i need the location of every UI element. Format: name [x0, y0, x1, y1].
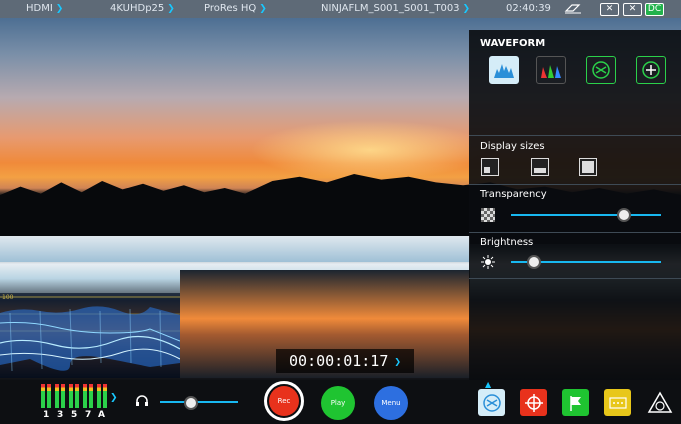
filename-setting[interactable]: NINJAFLM_S001_S001_T003 ❯ — [321, 3, 470, 14]
waveform-panel: WAVEFORM Display sizes Transparency Brig… — [469, 30, 681, 380]
transparency-slider-knob[interactable] — [616, 208, 631, 222]
record-label: Rec — [277, 397, 291, 405]
transparency-icon — [481, 208, 495, 222]
zoom-button[interactable] — [604, 389, 631, 416]
chevron-right-icon: ❯ — [462, 3, 471, 14]
panel-title: WAVEFORM — [480, 38, 546, 49]
rgb-parade-icon — [541, 65, 561, 78]
headphone-volume-slider[interactable] — [160, 401, 238, 403]
zoom-icon — [608, 396, 627, 409]
menu-button[interactable]: Menu — [374, 386, 408, 420]
status-bar: HDMI ❯ 4KUHDp25 ❯ ProRes HQ ❯ NINJAFLM_S… — [0, 0, 681, 18]
waveform-monitor: 100 — [0, 293, 180, 378]
divider — [469, 232, 681, 233]
x-box-icon[interactable]: ✕ — [600, 3, 619, 16]
codec-setting[interactable]: ProRes HQ ❯ — [204, 3, 267, 14]
waveform-tool-button[interactable] — [478, 389, 505, 416]
x-box-icon[interactable]: ✕ — [623, 3, 642, 16]
vu-channel-label: 3 — [57, 410, 64, 420]
clock: 02:40:39 — [506, 3, 551, 14]
timecode-value: 00:00:01:17 — [289, 352, 389, 370]
filename-label: NINJAFLM_S001_S001_T003 — [321, 3, 460, 14]
monitor-screen: HDMI ❯ 4KUHDp25 ❯ ProRes HQ ❯ NINJAFLM_S… — [0, 0, 681, 424]
input-label: HDMI — [26, 3, 53, 14]
rgb-parade-button[interactable] — [536, 56, 566, 84]
headphone-icon[interactable] — [135, 395, 149, 407]
waveform-tool-icon — [482, 393, 501, 412]
divider — [469, 135, 681, 136]
record-button-face: Rec — [269, 386, 299, 416]
luma-waveform-button[interactable] — [489, 56, 519, 84]
flag-icon — [569, 395, 581, 411]
codec-label: ProRes HQ — [204, 3, 257, 14]
flag-button[interactable] — [562, 389, 589, 416]
play-label: Play — [330, 399, 346, 407]
vu-channel-label: 7 — [85, 410, 92, 420]
brightness-icon — [481, 255, 495, 269]
size-small-button[interactable] — [481, 158, 499, 176]
dc-badge: DC — [645, 3, 664, 16]
play-button[interactable]: Play — [321, 386, 355, 420]
atomos-logo-icon — [647, 391, 672, 413]
resolution-label: 4KUHDp25 — [110, 3, 165, 14]
chevron-right-icon: ❯ — [394, 354, 401, 368]
transparency-slider[interactable] — [511, 214, 661, 216]
timecode-display[interactable]: 00:00:01:17 ❯ — [276, 349, 414, 373]
size-large-button[interactable] — [579, 158, 597, 176]
time-label: 02:40:39 — [506, 3, 551, 14]
transparency-label: Transparency — [480, 189, 547, 200]
chevron-right-icon: ❯ — [55, 3, 64, 14]
vu-channel-label: 1 — [43, 410, 50, 420]
chevron-up-icon: ▲ — [485, 380, 492, 389]
snow-shore — [0, 236, 470, 262]
brightness-slider-knob[interactable] — [526, 255, 541, 269]
resolution-setting[interactable]: 4KUHDp25 ❯ — [110, 3, 175, 14]
chevron-right-icon: ❯ — [167, 3, 175, 14]
vu-channel-label: 5 — [71, 410, 78, 420]
record-button[interactable]: Rec — [264, 381, 304, 421]
sunset-glow — [250, 120, 490, 180]
vectorscope-off-icon — [592, 61, 610, 79]
focus-peaking-button[interactable] — [520, 389, 547, 416]
focus-peaking-icon — [524, 393, 543, 412]
brightness-label: Brightness — [480, 237, 534, 248]
waveform-trace — [0, 296, 180, 372]
display-sizes-label: Display sizes — [480, 141, 545, 152]
chevron-right-icon: ❯ — [259, 3, 267, 14]
add-scope-button[interactable] — [636, 56, 666, 84]
luma-waveform-icon — [494, 64, 514, 78]
size-medium-button[interactable] — [531, 158, 549, 176]
eraser-icon[interactable] — [564, 3, 582, 14]
divider — [469, 184, 681, 185]
chevron-right-icon: ❯ — [110, 393, 118, 403]
plus-icon — [642, 61, 660, 79]
menu-label: Menu — [381, 399, 401, 407]
vectorscope-button[interactable] — [586, 56, 616, 84]
vu-channel-label: A — [98, 410, 105, 420]
input-source[interactable]: HDMI ❯ — [26, 3, 63, 14]
atomos-logo-button[interactable] — [646, 389, 673, 416]
divider — [469, 278, 681, 279]
